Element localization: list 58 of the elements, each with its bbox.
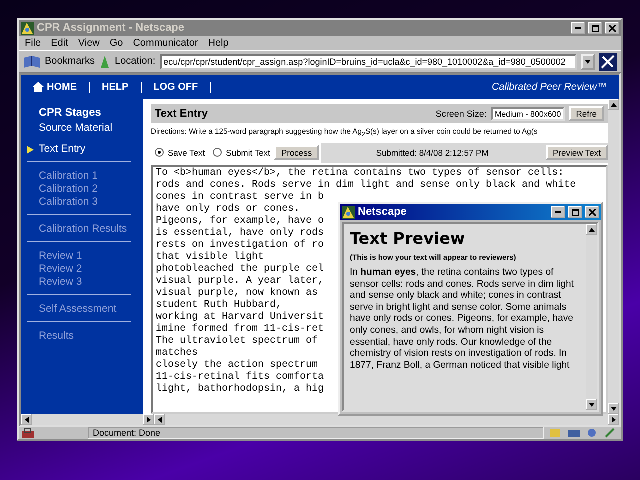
security-lock-icon[interactable]	[22, 428, 34, 438]
sidebar-heading: CPR Stages	[38, 107, 102, 119]
location-label: Location:	[115, 56, 156, 67]
screen-size-label: Screen Size:	[436, 108, 487, 118]
radio-button[interactable]	[213, 148, 222, 158]
preview-heading: Text Preview	[350, 229, 466, 248]
preview-button[interactable]: Preview Text	[546, 145, 608, 160]
scroll-arrow-icon[interactable]	[588, 402, 594, 408]
submitted-timestamp: Submitted: 8/4/08 2:12:57 PM	[375, 148, 490, 158]
window-title: CPR Assignment - Netscape	[37, 22, 186, 34]
nav-link[interactable]: HELP	[90, 82, 142, 92]
menu-item[interactable]: View	[78, 38, 100, 48]
close-button[interactable]	[585, 206, 599, 218]
preview-paragraph: In human eyes, the retina contains two types of sensor cells: rods and cones. Rods serve in dim light and sense only black and white; cones in contrast serve in bright light and sense color. Some animals have only rods or cones. Pigeons, for example, have only cones, and owls, for whom night vision is essential, have only rods. Our knowledge of the chemistry of vision rests on investigation of rods. In 1877, Franz Boll, a German noticed that visible light	[350, 267, 575, 372]
scroll-arrow-icon[interactable]	[588, 226, 594, 232]
maximize-button[interactable]	[588, 22, 602, 34]
menu-item[interactable]: Communicator	[133, 38, 198, 48]
section-title: Text Entry	[155, 108, 209, 120]
vertical-scrollbar[interactable]	[586, 224, 597, 410]
popup-title: Netscape	[358, 206, 408, 218]
maximize-button[interactable]	[568, 206, 582, 218]
close-button[interactable]	[605, 22, 619, 34]
bookmarks-button[interactable]: Bookmarks	[45, 56, 96, 67]
caret-icon[interactable]	[585, 60, 591, 64]
dropdown-button[interactable]	[581, 54, 595, 70]
bookmarks-icon[interactable]	[23, 54, 41, 68]
horizontal-scrollbar[interactable]	[21, 414, 154, 425]
app-logo-icon	[21, 22, 34, 34]
close-icon[interactable]	[588, 208, 596, 216]
process-button[interactable]: Process	[274, 145, 320, 160]
url-field[interactable]: ecu/cpr/cpr/student/cpr_assign.asp?loginID=bruins_id=ucla&c_id=980_1010002&a_id=980_0500002	[160, 54, 577, 70]
maximize-icon[interactable]	[592, 24, 598, 32]
status-text: Document: Done	[88, 427, 544, 439]
home-icon[interactable]	[33, 82, 44, 92]
horizontal-scrollbar[interactable]	[154, 414, 619, 425]
minimize-button[interactable]	[571, 22, 585, 34]
radio-label: Save Text	[168, 148, 206, 158]
minimize-button[interactable]	[551, 206, 565, 218]
menu-item[interactable]: Go	[110, 38, 124, 48]
radio-label: Submit Text	[226, 148, 270, 158]
sidebar-item[interactable]: Text Entry	[27, 143, 131, 156]
maximize-icon[interactable]	[572, 208, 578, 216]
refresh-button[interactable]: Refre	[569, 106, 604, 121]
scroll-arrow-icon[interactable]	[610, 102, 616, 108]
vertical-scrollbar[interactable]	[608, 99, 619, 414]
menu-item[interactable]: Help	[208, 38, 229, 48]
sidebar-item[interactable]: Source Material	[27, 122, 131, 135]
radio-button[interactable]	[155, 148, 164, 158]
app-logo-icon	[342, 206, 355, 218]
screen-size-select[interactable]: Medium - 800x600	[490, 106, 566, 120]
close-icon[interactable]	[608, 24, 616, 32]
brand-text: Calibrated Peer Review™	[492, 82, 607, 92]
nav-link[interactable]: LOG OFF	[142, 82, 212, 92]
menu-item[interactable]: Edit	[51, 38, 68, 48]
nav-link[interactable]: HOME	[33, 82, 90, 92]
current-step-icon	[27, 146, 34, 154]
scroll-arrow-icon[interactable]	[24, 416, 30, 422]
menu-item[interactable]: File	[25, 38, 42, 48]
